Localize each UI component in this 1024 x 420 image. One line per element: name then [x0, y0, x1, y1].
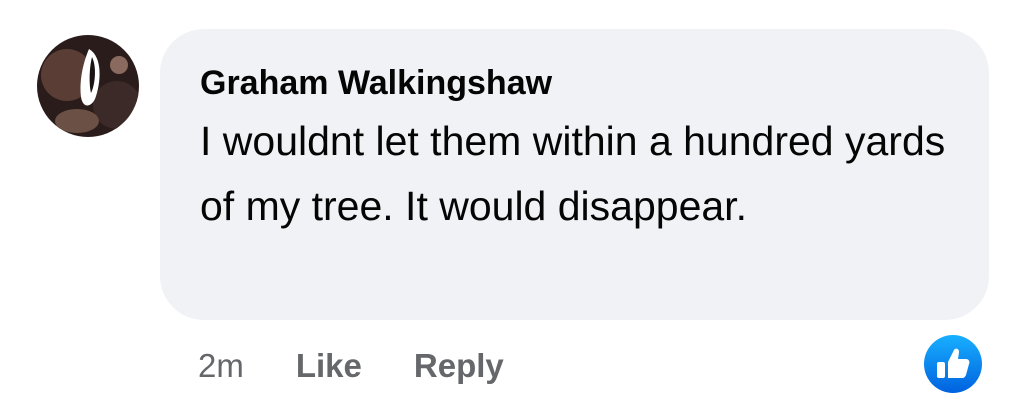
- thumbs-up-icon: [924, 335, 982, 393]
- comment-actions: 2m Like Reply: [198, 344, 504, 388]
- like-button[interactable]: Like: [296, 347, 362, 385]
- reply-button[interactable]: Reply: [414, 347, 504, 385]
- reaction-badge[interactable]: [924, 335, 982, 393]
- avatar[interactable]: [37, 35, 139, 137]
- comment-author[interactable]: Graham Walkingshaw: [200, 63, 949, 103]
- comment-timestamp[interactable]: 2m: [198, 347, 244, 385]
- profile-photo: [37, 35, 139, 137]
- comment-text: I wouldnt let them within a hundred yard…: [200, 118, 946, 229]
- comment-bubble: Graham Walkingshaw I wouldnt let them wi…: [160, 29, 989, 320]
